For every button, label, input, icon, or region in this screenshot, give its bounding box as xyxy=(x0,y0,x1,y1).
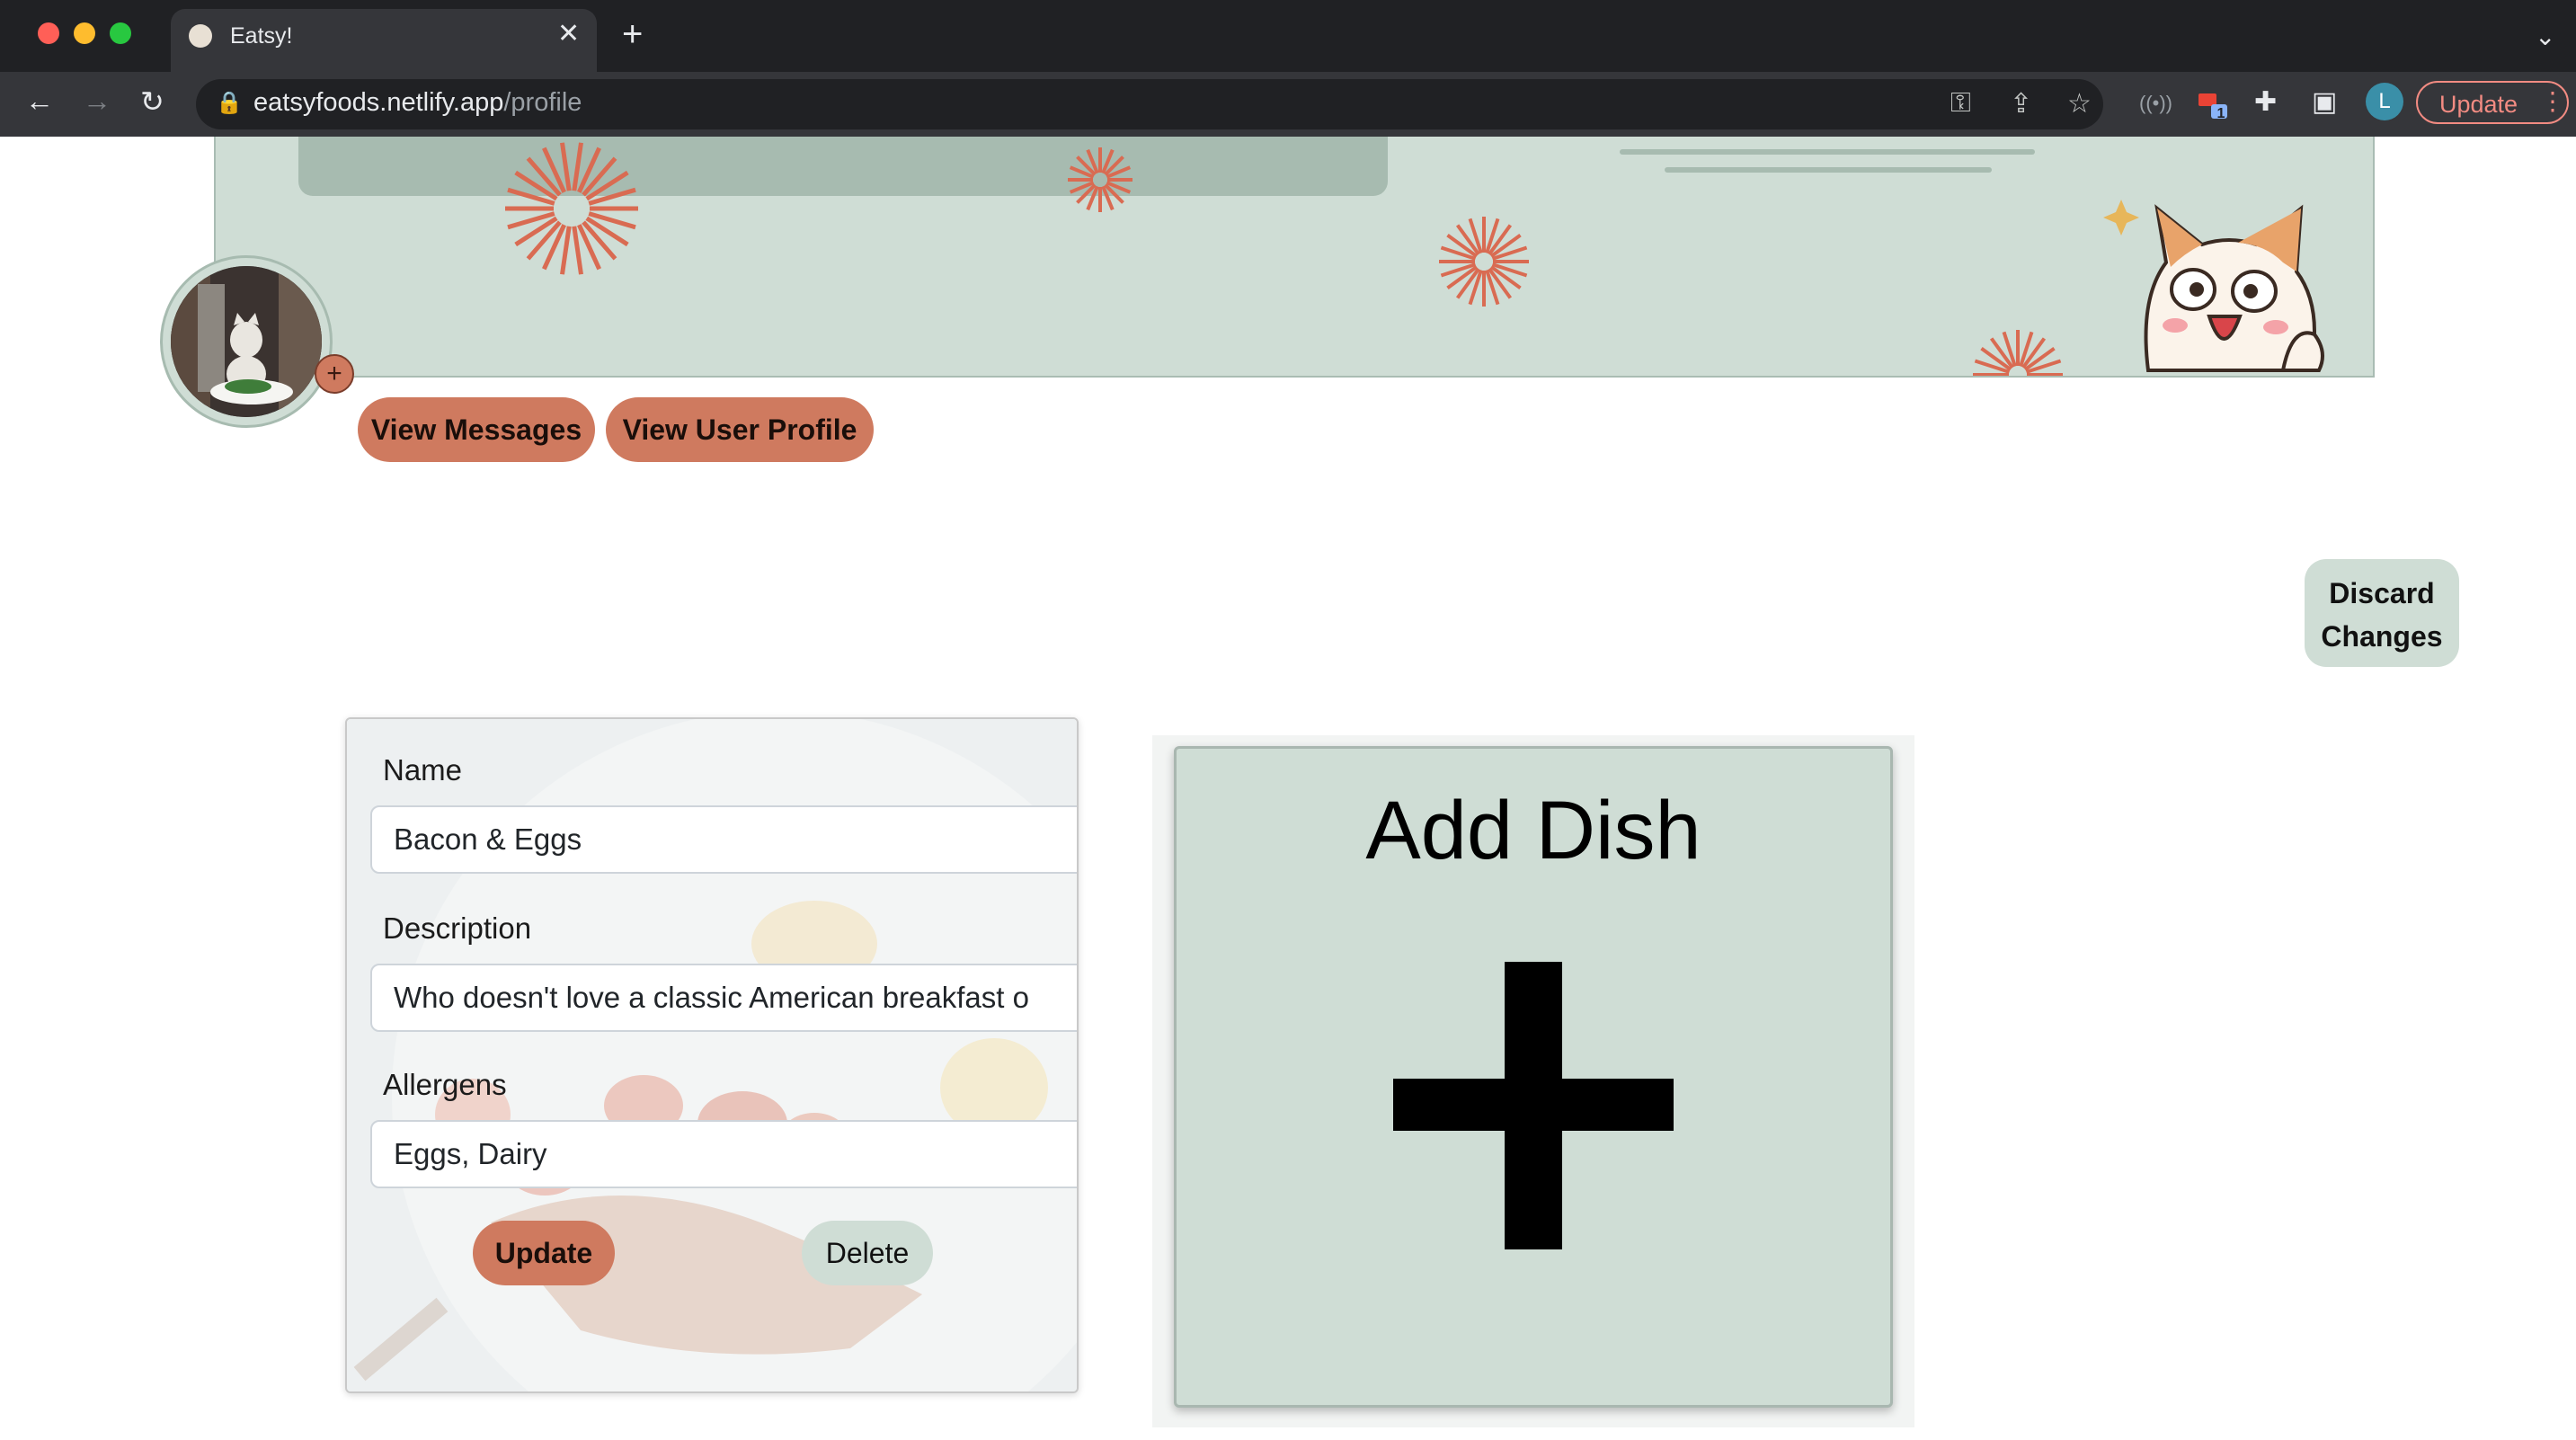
sunburst-decoration-icon xyxy=(1068,147,1133,212)
share-icon[interactable]: ⇪ xyxy=(2010,88,2032,120)
sunburst-decoration-icon xyxy=(1973,330,2063,376)
update-dish-button[interactable]: Update xyxy=(473,1221,615,1285)
delete-dish-button[interactable]: Delete xyxy=(802,1221,933,1285)
lock-icon[interactable]: 🔒 xyxy=(216,90,243,116)
sunburst-decoration-icon xyxy=(505,142,638,275)
extension-broadcast-icon[interactable]: ((•)) xyxy=(2139,92,2172,115)
allergens-input[interactable] xyxy=(370,1120,1077,1188)
allergens-label: Allergens xyxy=(383,1068,507,1101)
extension-badge: 1 xyxy=(2216,106,2225,121)
forward-arrow-icon[interactable]: → xyxy=(83,84,111,118)
view-messages-button[interactable]: View Messages xyxy=(358,397,595,462)
description-input[interactable] xyxy=(370,964,1077,1032)
back-arrow-icon[interactable]: ← xyxy=(25,84,54,118)
bookmark-star-icon[interactable]: ☆ xyxy=(2067,88,2092,120)
add-plus-icon-bar[interactable] xyxy=(1393,1079,1674,1131)
profile-banner xyxy=(214,137,2375,378)
discard-changes-button[interactable]: Discard Changes xyxy=(2305,559,2459,667)
add-dish-title: Add Dish xyxy=(1365,785,1701,876)
banner-line xyxy=(1620,149,2035,155)
window-close-button[interactable] xyxy=(38,22,59,44)
profile-photo-cat-icon xyxy=(171,266,322,417)
profile-picture[interactable] xyxy=(171,266,322,417)
browser-profile-avatar[interactable]: L xyxy=(2366,83,2403,120)
name-label: Name xyxy=(383,753,463,787)
tab-search-chevron-icon[interactable]: ⌄ xyxy=(2535,22,2555,51)
discard-label-line2: Changes xyxy=(2321,620,2443,653)
side-panel-icon[interactable]: ▣ xyxy=(2312,86,2337,118)
discard-label-line1: Discard xyxy=(2329,577,2435,609)
banner-shape xyxy=(298,137,1388,196)
puzzle-extensions-icon[interactable]: ✚ xyxy=(2254,86,2277,118)
more-menu-icon[interactable]: ⋮ xyxy=(2540,86,2565,116)
window-minimize-button[interactable] xyxy=(74,22,95,44)
cat-mascot-icon xyxy=(2103,200,2324,372)
view-user-profile-button[interactable]: View User Profile xyxy=(606,397,874,462)
dish-card: Name Description Allergens xyxy=(345,717,1079,1393)
banner-line xyxy=(1665,167,1992,173)
window-maximize-button[interactable] xyxy=(110,22,131,44)
name-input[interactable] xyxy=(370,805,1077,874)
url-host: eatsyfoods.netlify.app xyxy=(253,88,504,117)
password-key-icon[interactable]: ⚿ xyxy=(1950,88,1971,119)
url-path: /profile xyxy=(503,88,582,117)
tab-title: Eatsy! xyxy=(230,23,293,49)
sunburst-decoration-icon xyxy=(1439,217,1529,307)
tab-close-icon[interactable]: ✕ xyxy=(557,18,580,49)
add-photo-button[interactable]: + xyxy=(315,354,354,394)
reload-icon[interactable]: ↻ xyxy=(140,84,164,119)
new-tab-icon[interactable]: + xyxy=(622,14,643,55)
tab-favicon-icon xyxy=(189,24,212,48)
browser-update-label: Update xyxy=(2439,91,2518,118)
description-label: Description xyxy=(383,911,532,945)
url-text[interactable]: eatsyfoods.netlify.app/profile xyxy=(253,88,582,118)
